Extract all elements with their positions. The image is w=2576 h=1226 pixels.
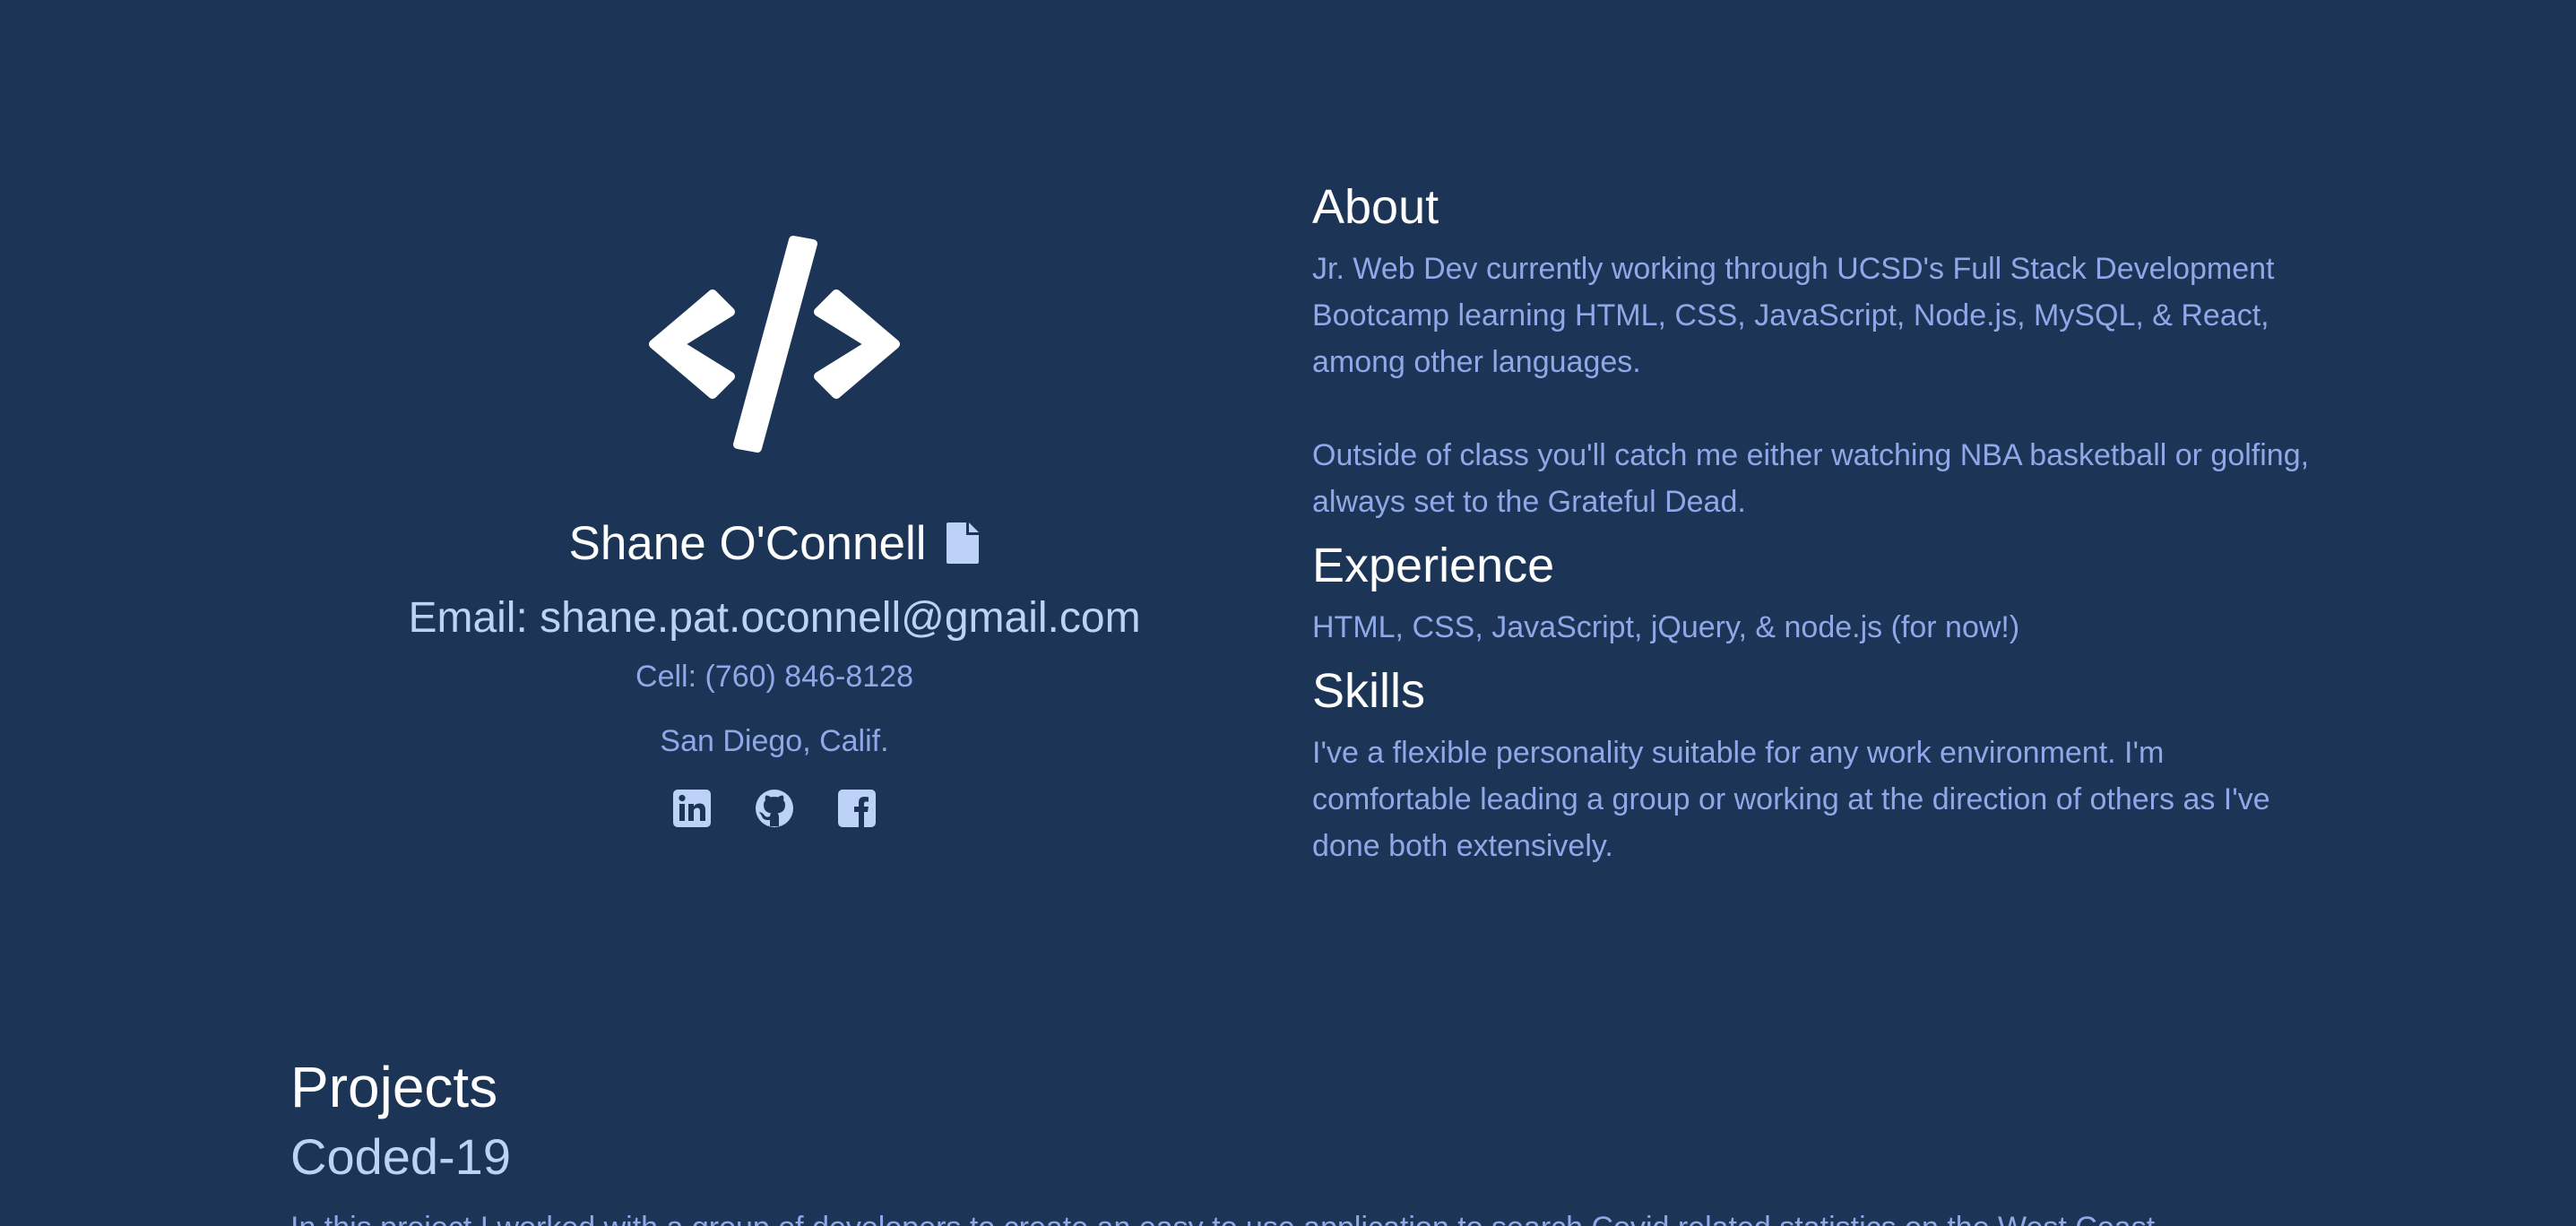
experience-heading: Experience (1312, 539, 1555, 592)
profile-name: Shane O'Connell (568, 516, 927, 570)
code-brackets-icon (649, 236, 900, 453)
experience-text: HTML, CSS, JavaScript, jQuery, & node.js… (1312, 610, 2020, 644)
portfolio-page: Shane O'Connell Email: shane.pat.oconnel… (0, 0, 2576, 1226)
document-icon[interactable] (945, 521, 981, 566)
about-heading: About (1312, 180, 1439, 234)
linkedin-icon[interactable] (672, 789, 712, 828)
about-paragraph-2: Outside of class you'll catch me either … (1312, 438, 2310, 519)
profile-section: Shane O'Connell Email: shane.pat.oconnel… (371, 233, 1178, 828)
facebook-icon[interactable] (837, 789, 877, 828)
social-links (371, 789, 1178, 828)
skills-heading: Skills (1312, 664, 1426, 718)
projects-section: Projects Coded-19 In this project I work… (290, 1050, 2352, 1226)
github-icon[interactable] (755, 789, 794, 828)
skills-text: I've a flexible personality suitable for… (1312, 736, 2270, 863)
email-link[interactable]: Email: shane.pat.oconnell@gmail.com (371, 591, 1178, 645)
projects-heading: Projects (290, 1055, 498, 1119)
project-title-link[interactable]: Coded-19 (290, 1124, 2352, 1190)
name-row: Shane O'Connell (371, 507, 1178, 579)
cell-phone: Cell: (760) 846-8128 (635, 660, 913, 694)
about-paragraph-1: Jr. Web Dev currently working through UC… (1312, 252, 2275, 379)
location: San Diego, Calif. (660, 724, 889, 758)
info-section: About Jr. Web Dev currently working thro… (1312, 176, 2316, 869)
project-description: In this project I worked with a group of… (290, 1204, 2352, 1226)
